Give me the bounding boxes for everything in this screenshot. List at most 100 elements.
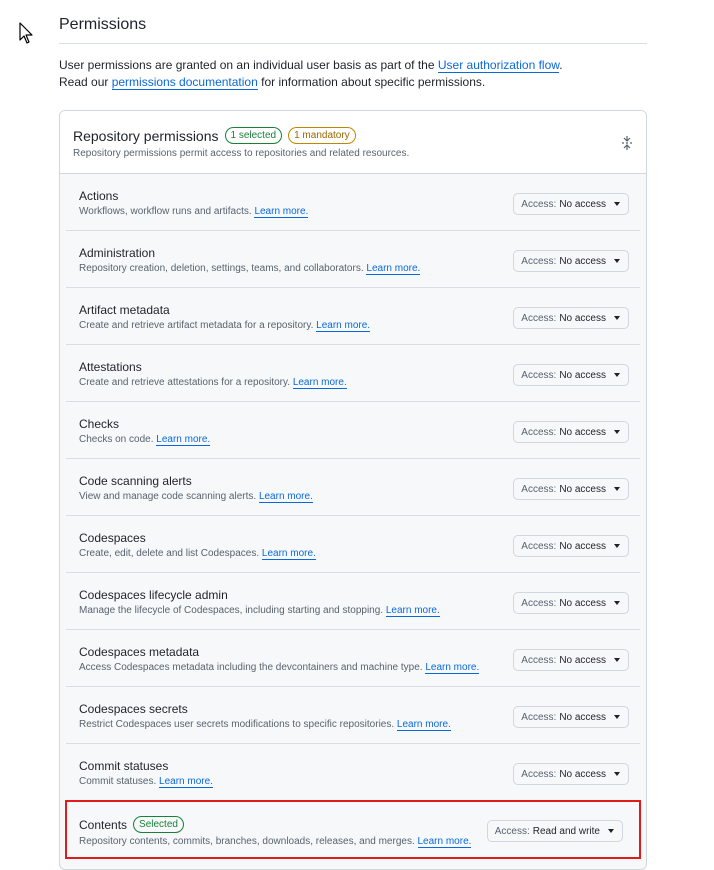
learn-more-link[interactable]: Learn more. xyxy=(385,605,440,617)
intro-line1-suffix: . xyxy=(559,58,563,72)
permission-title: Codespaces metadata xyxy=(79,645,200,659)
access-dropdown[interactable]: Access: No access xyxy=(513,193,629,215)
access-value: No access xyxy=(559,483,606,495)
permission-title: Codespaces lifecycle admin xyxy=(79,588,228,602)
permission-row: Code scanning alerts View and manage cod… xyxy=(66,459,640,516)
access-label: Access: xyxy=(521,255,557,267)
access-value: No access xyxy=(559,255,606,267)
access-dropdown[interactable]: Access: No access xyxy=(513,535,629,557)
access-value: No access xyxy=(559,768,606,780)
intro-text: User permissions are granted on an indiv… xyxy=(59,57,659,91)
access-dropdown[interactable]: Access: No access xyxy=(513,763,629,785)
permission-title: Contents xyxy=(79,817,128,832)
access-label: Access: xyxy=(521,426,557,438)
access-label: Access: xyxy=(521,768,557,780)
learn-more-link[interactable]: Learn more. xyxy=(159,776,213,788)
learn-more-link[interactable]: Learn more. xyxy=(417,836,472,848)
selected-badge: Selected xyxy=(133,816,184,833)
permission-title: Artifact metadata xyxy=(79,303,170,317)
caret-down-icon xyxy=(614,316,620,320)
access-label: Access: xyxy=(521,369,557,381)
caret-down-icon xyxy=(614,259,620,263)
permission-row: Codespaces metadata Access Codespaces me… xyxy=(66,630,640,687)
fold-icon[interactable] xyxy=(620,136,634,150)
permission-rows: Actions Workflows, workflow runs and art… xyxy=(60,174,646,859)
permission-row: Actions Workflows, workflow runs and art… xyxy=(66,174,640,231)
caret-down-icon xyxy=(614,658,620,662)
permission-row: Commit statuses Commit statuses. Learn m… xyxy=(66,744,640,801)
user-authorization-flow-link[interactable]: User authorization flow xyxy=(437,58,560,73)
access-dropdown[interactable]: Access: No access xyxy=(513,478,629,500)
access-label: Access: xyxy=(521,711,557,723)
card-title: Repository permissions xyxy=(73,127,219,144)
learn-more-link[interactable]: Learn more. xyxy=(316,320,371,332)
card-subtitle: Repository permissions permit access to … xyxy=(73,148,410,159)
permission-title: Codespaces xyxy=(79,531,146,545)
access-dropdown[interactable]: Access: No access xyxy=(513,364,629,386)
access-dropdown[interactable]: Access: No access xyxy=(513,649,629,671)
permission-title: Attestations xyxy=(79,360,142,374)
learn-more-link[interactable]: Learn more. xyxy=(261,548,316,560)
intro-line2-suffix: for information about specific permissio… xyxy=(257,75,486,89)
permission-description-text: Access Codespaces metadata including the… xyxy=(79,662,423,673)
caret-down-icon xyxy=(614,544,620,548)
permission-title: Code scanning alerts xyxy=(79,474,192,488)
access-dropdown[interactable]: Access: No access xyxy=(513,250,629,272)
permission-description-text: Manage the lifecycle of Codespaces, incl… xyxy=(79,605,384,616)
access-label: Access: xyxy=(494,825,530,837)
permissions-documentation-link[interactable]: permissions documentation xyxy=(111,75,258,90)
learn-more-link[interactable]: Learn more. xyxy=(425,662,480,674)
learn-more-link[interactable]: Learn more. xyxy=(156,434,211,446)
selected-count-badge: 1 selected xyxy=(224,127,283,144)
mandatory-count-badge: 1 mandatory xyxy=(288,127,356,144)
caret-down-icon xyxy=(614,430,620,434)
permission-description-text: Commit statuses. xyxy=(79,776,157,787)
card-header[interactable]: Repository permissions 1 selected 1 mand… xyxy=(60,111,646,174)
permission-row: Codespaces Create, edit, delete and list… xyxy=(66,516,640,573)
access-dropdown[interactable]: Access: Read and write xyxy=(486,820,623,842)
permission-title: Checks xyxy=(79,417,120,431)
permission-title: Commit statuses xyxy=(79,759,169,773)
access-value: No access xyxy=(559,312,606,324)
permission-description-text: View and manage code scanning alerts. xyxy=(79,491,257,502)
learn-more-link[interactable]: Learn more. xyxy=(254,206,309,218)
mouse-cursor-icon xyxy=(19,22,33,44)
permission-description-text: Repository contents, commits, branches, … xyxy=(79,836,415,847)
caret-down-icon xyxy=(614,715,620,719)
learn-more-link[interactable]: Learn more. xyxy=(292,377,347,389)
access-label: Access: xyxy=(521,654,557,666)
permission-row: Contents Selected Repository contents, co… xyxy=(65,800,641,859)
access-value: No access xyxy=(559,597,606,609)
page-title: Permissions xyxy=(59,16,147,33)
access-label: Access: xyxy=(521,312,557,324)
access-label: Access: xyxy=(521,198,557,210)
access-value: No access xyxy=(559,540,606,552)
permission-title: Codespaces secrets xyxy=(79,702,188,716)
caret-down-icon xyxy=(614,487,620,491)
caret-down-icon xyxy=(614,772,620,776)
learn-more-link[interactable]: Learn more. xyxy=(396,719,451,731)
permission-row: Codespaces secrets Restrict Codespaces u… xyxy=(66,687,640,744)
access-value: No access xyxy=(559,654,606,666)
access-dropdown[interactable]: Access: No access xyxy=(513,592,629,614)
learn-more-link[interactable]: Learn more. xyxy=(258,491,313,503)
permission-row: Administration Repository creation, dele… xyxy=(66,231,640,288)
access-dropdown[interactable]: Access: No access xyxy=(513,421,629,443)
learn-more-link[interactable]: Learn more. xyxy=(366,263,421,275)
permission-description-text: Repository creation, deletion, settings,… xyxy=(79,263,364,274)
permission-description-text: Create, edit, delete and list Codespaces… xyxy=(79,548,260,559)
permission-title: Administration xyxy=(79,246,156,260)
access-value: No access xyxy=(559,426,606,438)
permission-description-text: Create and retrieve artifact metadata fo… xyxy=(79,320,314,331)
access-dropdown[interactable]: Access: No access xyxy=(513,706,629,728)
permission-description-text: Restrict Codespaces user secrets modific… xyxy=(79,719,395,730)
permission-row: Attestations Create and retrieve attesta… xyxy=(66,345,640,402)
access-dropdown[interactable]: Access: No access xyxy=(513,307,629,329)
access-label: Access: xyxy=(521,483,557,495)
permission-description-text: Create and retrieve attestations for a r… xyxy=(79,377,291,388)
permission-description-text: Workflows, workflow runs and artifacts. xyxy=(79,206,252,217)
permission-description-text: Checks on code. xyxy=(79,434,154,445)
permission-title: Actions xyxy=(79,189,119,203)
permission-row: Artifact metadata Create and retrieve ar… xyxy=(66,288,640,345)
caret-down-icon xyxy=(614,373,620,377)
